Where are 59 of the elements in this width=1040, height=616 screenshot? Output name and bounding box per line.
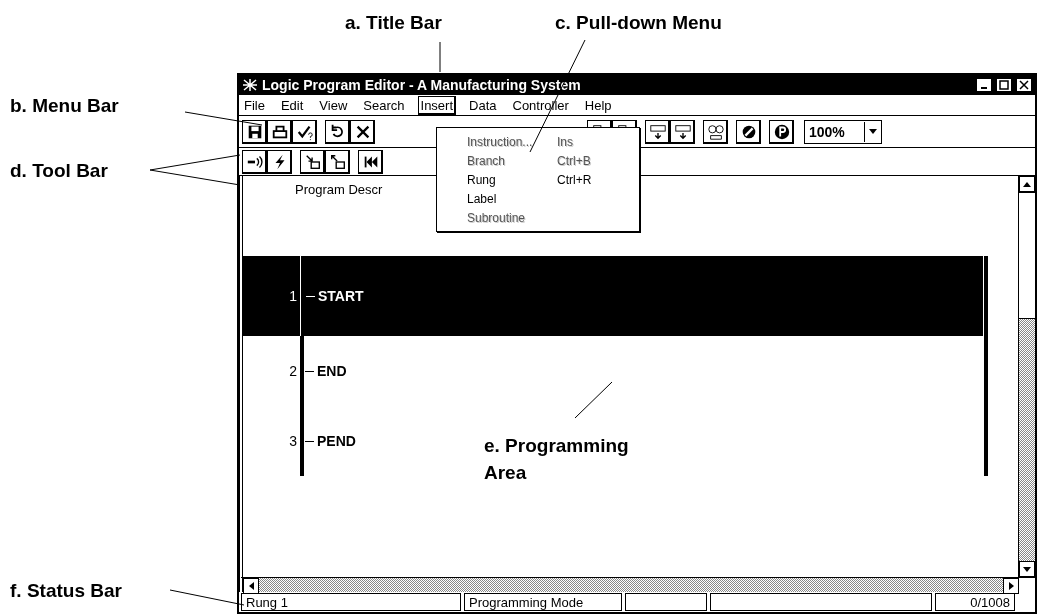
toolbar-button[interactable] bbox=[358, 149, 383, 174]
callout-label: a. Title Bar bbox=[345, 12, 442, 34]
left-arrow-icon bbox=[248, 582, 254, 590]
arrow-out-box-icon bbox=[328, 152, 347, 171]
window-title: Logic Program Editor - A Manufacturing System bbox=[262, 77, 582, 93]
toolbar-button[interactable] bbox=[736, 119, 761, 144]
toolbar-button[interactable] bbox=[769, 119, 794, 144]
zoom-dropdown[interactable]: 100% bbox=[804, 119, 882, 144]
menu-option[interactable]: Rung Ctrl+R bbox=[437, 170, 639, 189]
app-icon bbox=[242, 78, 258, 92]
vertical-scrollbar[interactable] bbox=[1018, 176, 1035, 577]
leader-line bbox=[574, 381, 613, 419]
close-button[interactable] bbox=[1016, 78, 1032, 92]
toolbar-button[interactable] bbox=[670, 119, 695, 144]
menu-item[interactable]: Data bbox=[466, 95, 500, 115]
rung-number: 1 bbox=[289, 288, 297, 304]
status-count: 0/1008 bbox=[935, 593, 1015, 611]
rung-label[interactable]: END bbox=[317, 363, 347, 379]
toolbar-button[interactable] bbox=[350, 119, 375, 144]
minimize-button[interactable] bbox=[976, 78, 992, 92]
toolbar-button[interactable] bbox=[292, 119, 317, 144]
close-icon bbox=[1019, 80, 1029, 90]
rung-label[interactable]: START bbox=[318, 288, 364, 304]
menu-item[interactable]: File bbox=[241, 95, 268, 115]
rung-number: 3 bbox=[289, 433, 297, 449]
program-description: Program Descr bbox=[295, 182, 383, 197]
menu-item[interactable]: View bbox=[316, 95, 351, 115]
toolbar-button[interactable] bbox=[267, 149, 292, 174]
status-rung: Rung 1 bbox=[241, 593, 461, 611]
menu-item[interactable]: Insert bbox=[417, 95, 457, 115]
menu-option[interactable]: Label bbox=[437, 189, 639, 208]
caret-icon bbox=[869, 129, 877, 134]
maximize-button[interactable] bbox=[996, 78, 1012, 92]
callout-label: c. Pull-down Menu bbox=[555, 12, 722, 34]
toolbar-button[interactable] bbox=[703, 119, 728, 144]
menu-item[interactable]: Search bbox=[360, 95, 408, 115]
toolbar-button[interactable] bbox=[242, 149, 267, 174]
minimize-icon bbox=[981, 87, 987, 89]
callout-label: f. Status Bar bbox=[10, 580, 122, 602]
rung-number: 2 bbox=[289, 363, 297, 379]
down-arrow-icon bbox=[1023, 566, 1031, 572]
right-arrow-icon bbox=[1008, 582, 1014, 590]
toolbar-button[interactable] bbox=[267, 119, 292, 144]
p-circle-icon bbox=[772, 122, 791, 141]
menu-item[interactable]: Help bbox=[581, 95, 615, 115]
up-arrow-icon bbox=[1023, 181, 1031, 187]
callout-label: b. Menu Bar bbox=[10, 95, 119, 117]
rung-label[interactable]: PEND bbox=[317, 433, 356, 449]
toolbar-button[interactable] bbox=[325, 149, 350, 174]
status-mode: Programming Mode bbox=[464, 593, 622, 611]
toolbar-button[interactable] bbox=[325, 119, 350, 144]
callout-label: e. Programming Area bbox=[484, 434, 630, 485]
toolbar-button[interactable] bbox=[242, 119, 267, 144]
toolbar-button[interactable] bbox=[645, 119, 670, 144]
maximize-icon bbox=[999, 80, 1009, 90]
toolbar-button[interactable] bbox=[300, 149, 325, 174]
horizontal-scrollbar[interactable] bbox=[239, 577, 1035, 592]
menu-item[interactable]: Edit bbox=[277, 95, 307, 115]
callout-label: d. Tool Bar bbox=[10, 160, 108, 182]
